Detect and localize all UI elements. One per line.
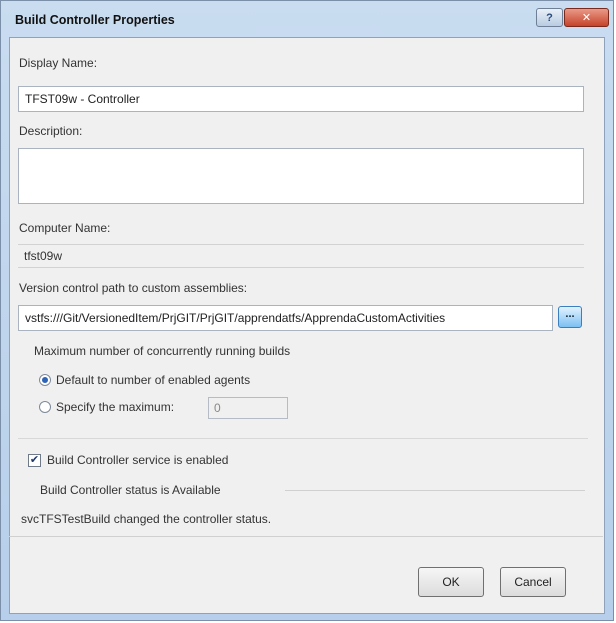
changed-by-text: svcTFSTestBuild changed the controller s… <box>21 512 272 526</box>
radio-specify-label: Specify the maximum: <box>56 400 175 414</box>
computer-name-value: tfst09w <box>18 244 584 268</box>
max-builds-group-title: Maximum number of concurrently running b… <box>34 344 291 358</box>
display-name-input[interactable]: TFST09w - Controller <box>18 86 584 112</box>
vc-path-input[interactable]: vstfs:///Git/VersionedItem/PrjGIT/PrjGIT… <box>18 305 553 331</box>
footer-divider <box>9 536 603 537</box>
service-enabled-checkbox[interactable]: ✔ <box>28 453 41 467</box>
browse-button[interactable]: ... <box>558 306 582 328</box>
service-enabled-label: Build Controller service is enabled <box>47 453 229 467</box>
help-button[interactable]: ? <box>536 8 563 27</box>
group-divider <box>18 438 588 439</box>
close-icon: ✕ <box>581 12 592 24</box>
description-label: Description: <box>19 124 83 138</box>
description-input[interactable] <box>18 148 584 204</box>
title-bar[interactable]: Build Controller Properties ? ✕ <box>1 1 613 37</box>
cancel-button[interactable]: Cancel <box>500 567 566 597</box>
service-enabled-checkbox-row[interactable]: ✔ Build Controller service is enabled <box>28 453 228 467</box>
radio-specify[interactable]: Specify the maximum: <box>39 400 174 414</box>
help-icon: ? <box>546 11 553 24</box>
radio-default[interactable]: Default to number of enabled agents <box>39 373 250 387</box>
radio-specify-button[interactable] <box>39 401 51 413</box>
window-title: Build Controller Properties <box>15 13 175 27</box>
display-name-label: Display Name: <box>19 56 98 70</box>
max-builds-input[interactable]: 0 <box>208 397 288 419</box>
close-button[interactable]: ✕ <box>564 8 609 27</box>
vc-path-label: Version control path to custom assemblie… <box>19 281 248 295</box>
radio-default-button[interactable] <box>39 374 51 386</box>
computer-name-label: Computer Name: <box>19 221 111 235</box>
status-divider <box>285 490 585 491</box>
ok-button[interactable]: OK <box>418 567 484 597</box>
radio-default-label: Default to number of enabled agents <box>56 373 251 387</box>
controller-status: Build Controller status is Available <box>40 483 221 497</box>
